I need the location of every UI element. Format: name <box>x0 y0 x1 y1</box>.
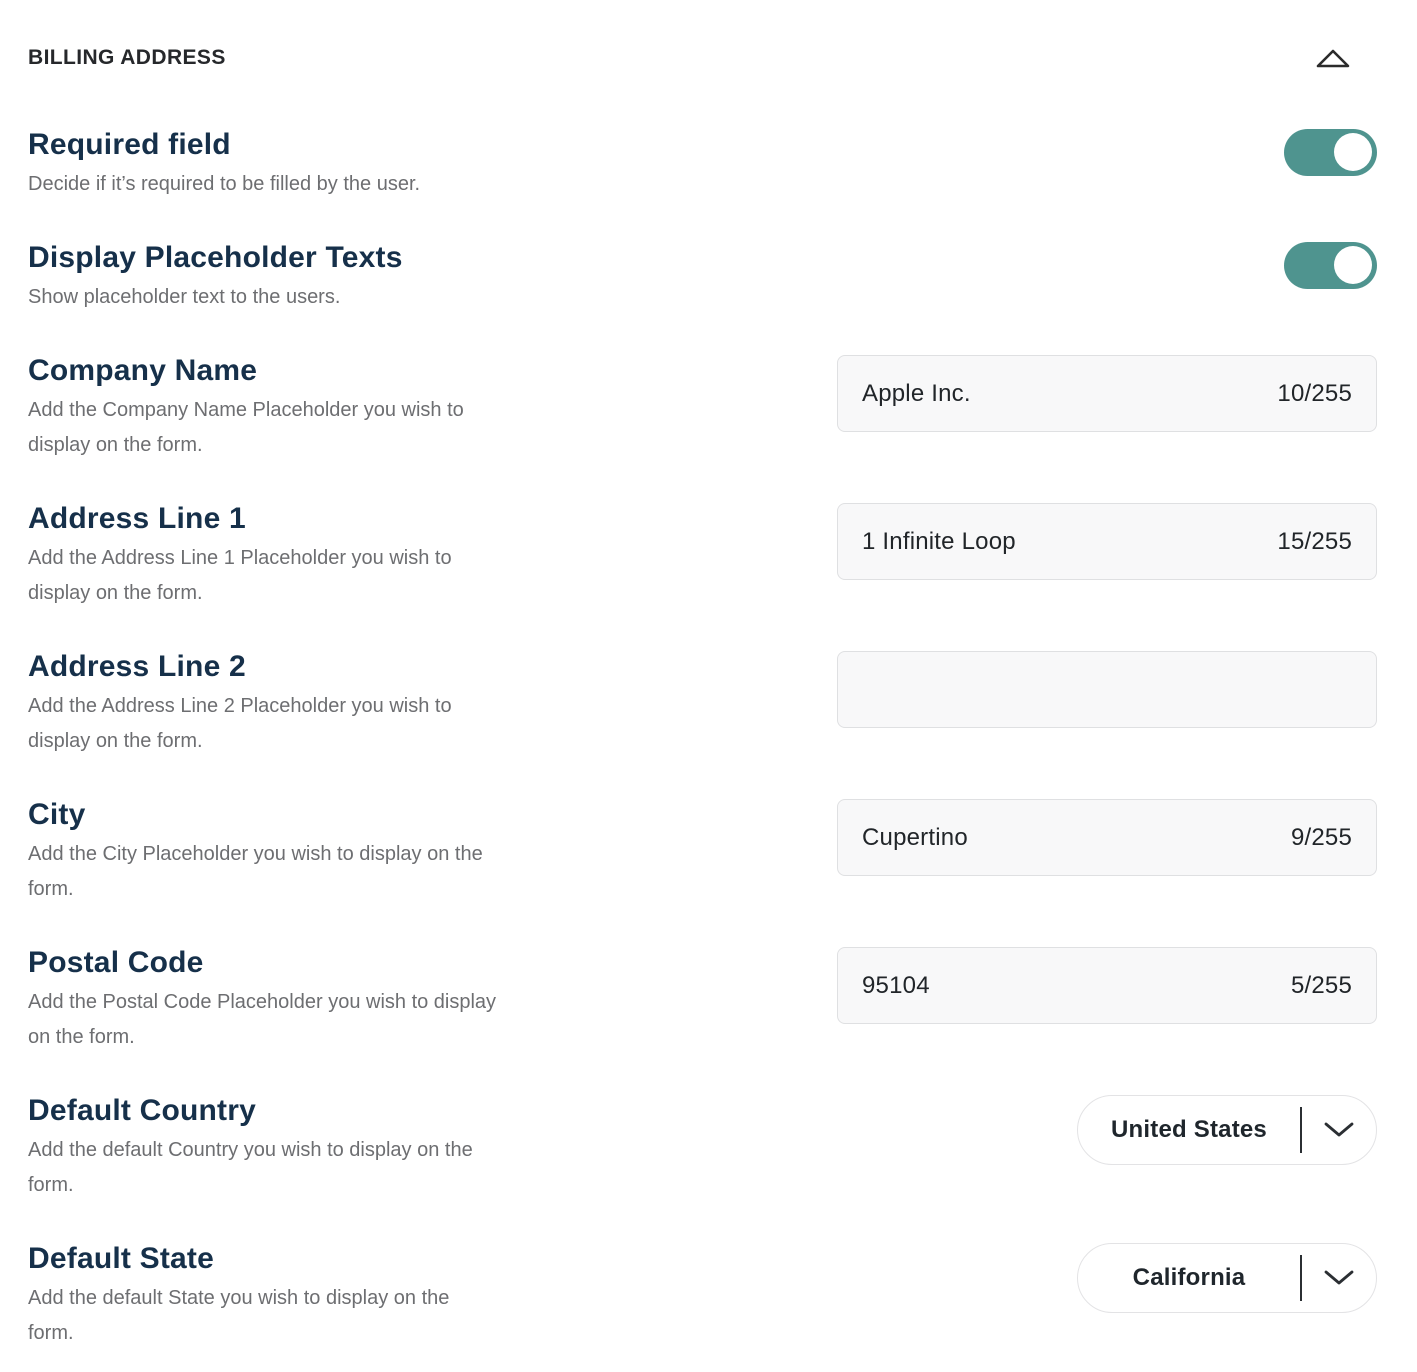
city-placeholder-input[interactable]: Cupertino 9/255 <box>837 799 1377 876</box>
setting-description: Decide if it’s required to be filled by … <box>28 167 420 202</box>
section-title: BILLING ADDRESS <box>28 46 226 70</box>
setting-description: Show placeholder text to the users. <box>28 280 403 315</box>
setting-description: Add the Postal Code Placeholder you wish… <box>28 985 498 1055</box>
select-value: California <box>1078 1264 1300 1292</box>
chevron-down-icon <box>1302 1121 1376 1139</box>
setting-label: Required field <box>28 127 420 163</box>
setting-text: Address Line 2 Add the Address Line 2 Pl… <box>28 649 498 759</box>
setting-row-required-field: Required field Decide if it’s required t… <box>28 127 1377 202</box>
chevron-down-icon <box>1302 1269 1376 1287</box>
setting-description: Add the City Placeholder you wish to dis… <box>28 837 498 907</box>
setting-description: Add the default State you wish to displa… <box>28 1281 498 1351</box>
input-value: 1 Infinite Loop <box>862 528 1016 556</box>
setting-description: Add the Address Line 2 Placeholder you w… <box>28 689 498 759</box>
input-value: 95104 <box>862 972 930 1000</box>
postal-code-placeholder-input[interactable]: 95104 5/255 <box>837 947 1377 1024</box>
display-placeholder-texts-toggle[interactable] <box>1284 242 1377 289</box>
company-name-placeholder-input[interactable]: Apple Inc. 10/255 <box>837 355 1377 432</box>
setting-text: Default State Add the default State you … <box>28 1241 498 1351</box>
setting-text: Display Placeholder Texts Show placehold… <box>28 240 403 315</box>
setting-description: Add the Company Name Placeholder you wis… <box>28 393 498 463</box>
setting-text: Company Name Add the Company Name Placeh… <box>28 353 498 463</box>
input-value: Cupertino <box>862 824 968 852</box>
char-counter: 5/255 <box>1291 972 1352 1000</box>
setting-label: Default State <box>28 1241 498 1277</box>
setting-row-display-placeholder-texts: Display Placeholder Texts Show placehold… <box>28 240 1377 315</box>
setting-row-postal-code: Postal Code Add the Postal Code Placehol… <box>28 945 1377 1055</box>
setting-text: Default Country Add the default Country … <box>28 1093 498 1203</box>
setting-label: Postal Code <box>28 945 498 981</box>
address-line-1-placeholder-input[interactable]: 1 Infinite Loop 15/255 <box>837 503 1377 580</box>
setting-label: Default Country <box>28 1093 498 1129</box>
char-counter: 9/255 <box>1291 824 1352 852</box>
address-line-2-placeholder-input[interactable] <box>837 651 1377 728</box>
toggle-knob <box>1334 246 1372 284</box>
setting-description: Add the Address Line 1 Placeholder you w… <box>28 541 498 611</box>
char-counter: 10/255 <box>1277 380 1352 408</box>
char-counter: 15/255 <box>1277 528 1352 556</box>
toggle-knob <box>1334 133 1372 171</box>
setting-text: Required field Decide if it’s required t… <box>28 127 420 202</box>
setting-label: Address Line 2 <box>28 649 498 685</box>
setting-label: Address Line 1 <box>28 501 498 537</box>
setting-text: Address Line 1 Add the Address Line 1 Pl… <box>28 501 498 611</box>
setting-row-default-state: Default State Add the default State you … <box>28 1241 1377 1351</box>
setting-text: Postal Code Add the Postal Code Placehol… <box>28 945 498 1055</box>
default-country-select[interactable]: United States <box>1077 1095 1377 1165</box>
setting-text: City Add the City Placeholder you wish t… <box>28 797 498 907</box>
select-value: United States <box>1078 1116 1300 1144</box>
setting-row-address-line-2: Address Line 2 Add the Address Line 2 Pl… <box>28 649 1377 759</box>
setting-row-company-name: Company Name Add the Company Name Placeh… <box>28 353 1377 463</box>
setting-label: Display Placeholder Texts <box>28 240 403 276</box>
setting-row-city: City Add the City Placeholder you wish t… <box>28 797 1377 907</box>
setting-description: Add the default Country you wish to disp… <box>28 1133 498 1203</box>
default-state-select[interactable]: California <box>1077 1243 1377 1313</box>
setting-row-address-line-1: Address Line 1 Add the Address Line 1 Pl… <box>28 501 1377 611</box>
setting-label: City <box>28 797 498 833</box>
input-value: Apple Inc. <box>862 380 971 408</box>
billing-address-panel: BILLING ADDRESS Required field Decide if… <box>0 0 1417 1351</box>
triangle-up-icon <box>1315 47 1351 69</box>
collapse-section-button[interactable] <box>1313 45 1353 71</box>
setting-row-default-country: Default Country Add the default Country … <box>28 1093 1377 1203</box>
panel-header: BILLING ADDRESS <box>28 45 1377 71</box>
required-field-toggle[interactable] <box>1284 129 1377 176</box>
setting-label: Company Name <box>28 353 498 389</box>
